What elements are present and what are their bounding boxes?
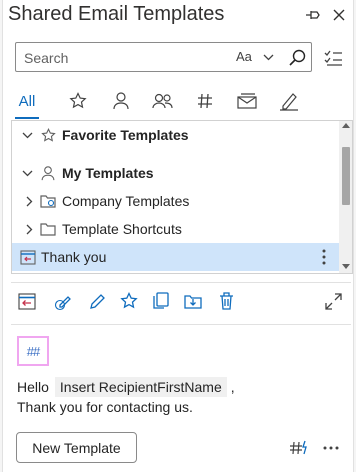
recipient-name-token[interactable]: Insert RecipientFirstName	[54, 377, 227, 397]
tree-item-thank-you[interactable]: Thank you	[12, 243, 340, 271]
pane-title: Shared Email Templates	[8, 3, 225, 25]
hashtag-icon[interactable]	[195, 86, 215, 116]
match-case-toggle[interactable]: Aa	[236, 49, 252, 64]
template-tree: Favorite Templates My Templates Company …	[11, 120, 353, 274]
tree-item-template-shortcuts[interactable]: Template Shortcuts	[12, 215, 340, 243]
scroll-thumb[interactable]	[342, 147, 350, 205]
pin-icon[interactable]	[304, 6, 322, 24]
tree-item-label: Favorite Templates	[62, 127, 189, 143]
category-tabs: All	[15, 86, 315, 118]
preview-body: Thank you for contacting us.	[17, 399, 193, 415]
template-toolbar	[15, 288, 345, 314]
scroll-up-arrow-icon[interactable]	[342, 123, 350, 128]
preview-greeting: Hello	[17, 379, 49, 395]
tree-item-favorite-templates[interactable]: Favorite Templates	[12, 121, 340, 149]
folder-icon	[40, 221, 56, 237]
copy-icon[interactable]	[149, 288, 173, 314]
chevron-right-icon[interactable]	[22, 194, 36, 208]
signature-pen-icon[interactable]	[277, 86, 301, 116]
new-template-button[interactable]: New Template	[16, 432, 137, 463]
share-edit-icon[interactable]	[51, 288, 75, 314]
search-input[interactable]	[24, 49, 224, 67]
divider	[11, 282, 351, 283]
templates-pane: Shared Email Templates Aa All	[2, 0, 354, 472]
tree-item-label: Thank you	[41, 249, 107, 265]
tree-item-label: Template Shortcuts	[62, 221, 182, 237]
token-suffix: ,	[230, 379, 235, 395]
divider	[11, 324, 351, 325]
tree-item-label: Company Templates	[62, 193, 190, 209]
tree-item-my-templates[interactable]: My Templates	[12, 159, 340, 187]
preview-greeting-line: Hello Insert RecipientFirstName ,	[17, 377, 235, 397]
mail-stack-icon[interactable]	[235, 86, 259, 116]
tab-selected-indicator	[15, 117, 39, 119]
person-icon[interactable]	[110, 86, 132, 116]
macro-hashtag-icon[interactable]	[289, 439, 309, 457]
people-icon[interactable]	[151, 86, 175, 116]
expand-icon[interactable]	[321, 288, 345, 314]
insert-template-icon[interactable]	[15, 288, 39, 314]
star-icon[interactable]	[67, 86, 89, 116]
star-icon	[40, 127, 56, 143]
chevron-right-icon[interactable]	[22, 222, 36, 236]
tab-all[interactable]: All	[15, 86, 39, 116]
more-options-icon[interactable]	[321, 439, 341, 457]
chevron-down-icon[interactable]	[20, 128, 34, 142]
edit-pencil-icon[interactable]	[85, 288, 109, 314]
tree-item-company-templates[interactable]: Company Templates	[12, 187, 340, 215]
macro-tag[interactable]: ##	[17, 336, 49, 366]
chevron-down-icon[interactable]	[262, 51, 274, 63]
close-icon[interactable]	[330, 6, 348, 24]
tree-scrollbar[interactable]	[339, 121, 352, 273]
shared-folder-icon	[40, 193, 56, 209]
scroll-down-arrow-icon[interactable]	[342, 264, 350, 269]
more-options-icon[interactable]	[316, 249, 332, 265]
person-icon	[40, 165, 56, 181]
search-box: Aa	[15, 42, 312, 72]
delete-icon[interactable]	[214, 288, 238, 314]
move-to-folder-icon[interactable]	[181, 288, 205, 314]
search-icon[interactable]	[288, 48, 306, 66]
insert-template-icon	[20, 249, 36, 265]
title-bar: Shared Email Templates	[3, 0, 355, 32]
star-icon[interactable]	[117, 288, 141, 314]
tree-item-label: My Templates	[62, 165, 154, 181]
checklist-icon[interactable]	[323, 48, 343, 68]
chevron-down-icon[interactable]	[20, 166, 34, 180]
